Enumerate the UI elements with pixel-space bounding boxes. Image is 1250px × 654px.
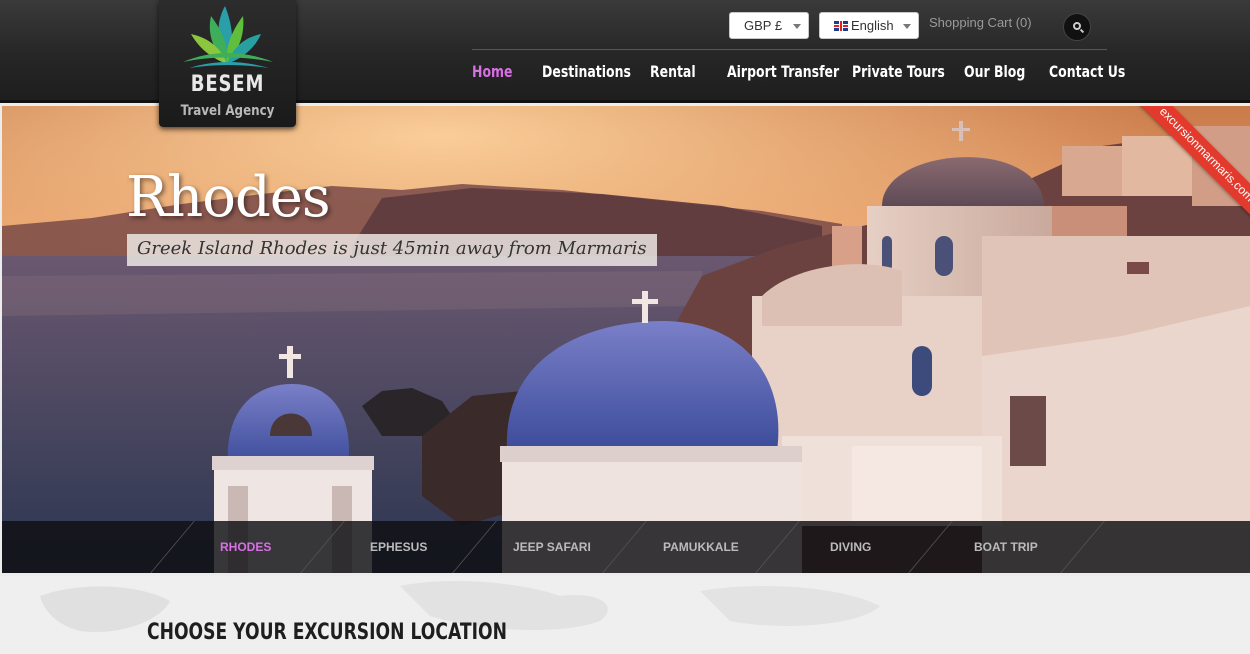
lotus-logo-icon xyxy=(183,6,273,68)
tab-ephesus[interactable]: EPHESUS xyxy=(370,540,427,554)
currency-select[interactable]: GBP £ xyxy=(729,12,809,39)
tab-boat-trip[interactable]: BOAT TRIP xyxy=(974,540,1038,554)
logo-name: BESEM xyxy=(190,72,265,97)
hero-subtitle: Greek Island Rhodes is just 45min away f… xyxy=(127,234,657,266)
nav-divider xyxy=(472,49,1107,50)
nav-private-tours[interactable]: Private Tours xyxy=(852,62,945,81)
uk-flag-icon xyxy=(834,21,848,31)
nav-our-blog[interactable]: Our Blog xyxy=(964,62,1025,81)
tab-pamukkale[interactable]: PAMUKKALE xyxy=(663,540,739,554)
chevron-down-icon xyxy=(793,24,801,29)
language-select[interactable]: English xyxy=(819,12,919,39)
slider-tabs: RHODES EPHESUS JEEP SAFARI PAMUKKALE DIV… xyxy=(2,521,1250,573)
tab-diving[interactable]: DIVING xyxy=(830,540,871,554)
search-button[interactable] xyxy=(1063,13,1091,41)
nav-contact-us[interactable]: Contact Us xyxy=(1049,62,1125,81)
hero-title: Rhodes xyxy=(126,165,331,230)
hero-slider: Rhodes Greek Island Rhodes is just 45min… xyxy=(2,106,1250,573)
tab-rhodes[interactable]: RHODES xyxy=(220,540,271,554)
chevron-down-icon xyxy=(903,24,911,29)
language-value: English xyxy=(851,18,894,33)
nav-airport-transfer[interactable]: Airport Transfer xyxy=(727,62,839,81)
excursion-section: CHOOSE YOUR EXCURSION LOCATION xyxy=(0,576,1250,654)
shopping-cart-link[interactable]: Shopping Cart (0) xyxy=(929,15,1032,30)
section-title: CHOOSE YOUR EXCURSION LOCATION xyxy=(147,620,507,645)
nav-rental[interactable]: Rental xyxy=(650,62,696,81)
currency-value: GBP £ xyxy=(744,18,783,33)
tab-jeep-safari[interactable]: JEEP SAFARI xyxy=(513,540,591,554)
logo-subtitle: Travel Agency xyxy=(180,103,275,119)
nav-home[interactable]: Home xyxy=(472,62,512,81)
nav-destinations[interactable]: Destinations xyxy=(542,62,631,81)
site-logo[interactable]: BESEM Travel Agency xyxy=(159,0,296,127)
